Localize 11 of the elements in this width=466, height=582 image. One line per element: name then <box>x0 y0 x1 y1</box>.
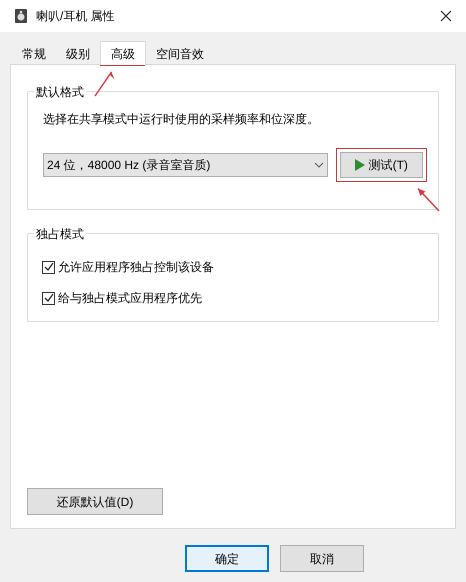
window-title: 喇叭/耳机 属性 <box>36 8 115 25</box>
ok-button[interactable]: 确定 <box>185 545 269 572</box>
checkbox-label: 给与独占模式应用程序优先 <box>58 290 202 307</box>
checkbox-label: 允许应用程序独占控制该设备 <box>58 259 214 276</box>
format-dropdown[interactable]: 24 位，48000 Hz (录音室音质) <box>43 153 328 177</box>
cancel-button[interactable]: 取消 <box>280 545 364 572</box>
group-title: 独占模式 <box>34 225 86 243</box>
tab[interactable]: 高级 <box>100 41 146 65</box>
restore-defaults-button[interactable]: 还原默认值(D) <box>27 488 163 515</box>
group-title: 默认格式 <box>34 83 86 101</box>
description-text: 选择在共享模式中运行时使用的采样频率和位深度。 <box>43 111 320 128</box>
